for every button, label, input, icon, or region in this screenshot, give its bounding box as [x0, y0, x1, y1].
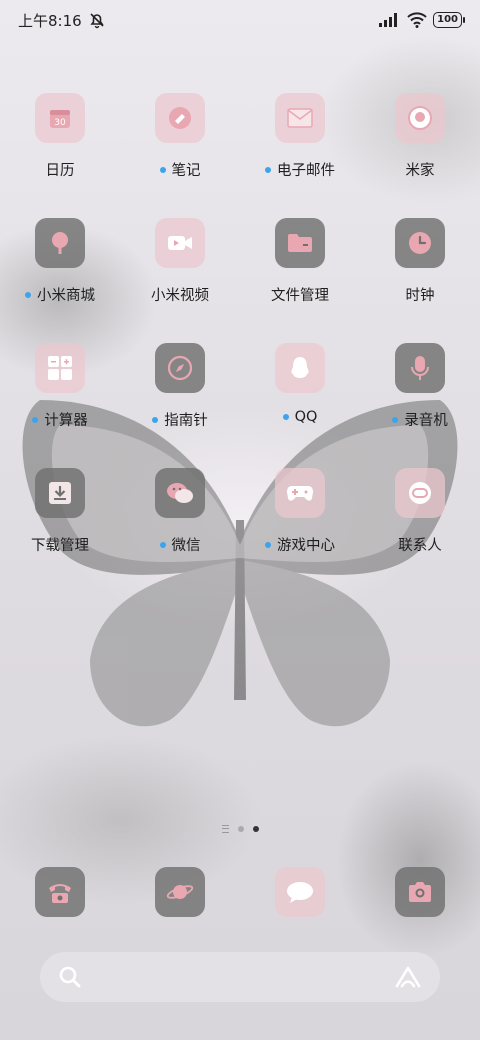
app-game-center[interactable]: 游戏中心	[240, 468, 360, 593]
notification-dot	[159, 166, 166, 173]
notification-dot	[265, 541, 271, 548]
app-label: 下载管理	[31, 538, 89, 554]
page-indicator[interactable]	[0, 825, 480, 833]
page-indicator-feed[interactable]	[221, 825, 229, 833]
notes-icon[interactable]	[155, 93, 205, 143]
app-grid: 30 日历 笔记 电子邮件 米家 小米商城 小米视频 文件管理 时钟 计算器 指…	[0, 93, 480, 593]
planet-icon[interactable]	[155, 867, 205, 917]
search-bar[interactable]	[40, 952, 440, 1002]
app-compass[interactable]: 指南针	[120, 343, 240, 468]
app-row: 计算器 指南针 QQ 录音机	[0, 343, 480, 468]
app-label: 小米商城	[37, 288, 95, 304]
clock-icon[interactable]	[395, 218, 445, 268]
dock-camera[interactable]	[360, 867, 480, 917]
dock-browser[interactable]	[120, 867, 240, 917]
download-icon[interactable]	[35, 468, 85, 518]
dock-messages[interactable]	[240, 867, 360, 917]
app-label: 时钟	[405, 288, 435, 304]
app-label: 联系人	[398, 538, 442, 554]
camera-icon[interactable]	[395, 867, 445, 917]
mail-icon[interactable]	[275, 93, 325, 143]
page-dot-active[interactable]	[252, 826, 259, 832]
app-label: 电子邮件	[277, 163, 335, 179]
battery-icon: 100	[433, 12, 465, 28]
dock-phone[interactable]	[0, 867, 120, 917]
app-label: 小米视频	[151, 288, 209, 304]
svg-text:30: 30	[54, 118, 66, 128]
app-calendar[interactable]: 30 日历	[0, 93, 120, 218]
page-dot[interactable]	[237, 826, 244, 832]
notification-dot	[32, 416, 39, 423]
mijia-icon[interactable]	[395, 93, 445, 143]
notification-dot	[282, 414, 289, 420]
microphone-icon[interactable]	[395, 343, 445, 393]
app-file-manager[interactable]: 文件管理	[240, 218, 360, 343]
app-clock[interactable]: 时钟	[360, 218, 480, 343]
app-contacts[interactable]: 联系人	[360, 468, 480, 593]
app-label: 日历	[45, 163, 75, 179]
calendar-icon[interactable]: 30	[35, 93, 85, 143]
notification-muted-icon	[90, 13, 104, 29]
dock	[0, 867, 480, 917]
penguin-icon[interactable]	[275, 343, 325, 393]
app-wechat[interactable]: 微信	[120, 468, 240, 593]
phone-icon[interactable]	[35, 867, 85, 917]
app-label: 指南针	[164, 413, 208, 429]
notification-dot	[152, 416, 159, 423]
app-label: QQ	[294, 409, 318, 425]
status-time: 上午8:16	[18, 11, 82, 30]
notification-dot	[392, 416, 399, 423]
wechat-icon[interactable]	[155, 468, 205, 518]
tree-icon[interactable]	[35, 218, 85, 268]
app-row: 下载管理 微信 游戏中心 联系人	[0, 468, 480, 593]
app-qq[interactable]: QQ	[240, 343, 360, 468]
app-label: 计算器	[44, 413, 88, 429]
wifi-icon	[407, 12, 427, 28]
compass-icon[interactable]	[155, 343, 205, 393]
app-row: 30 日历 笔记 电子邮件 米家	[0, 93, 480, 218]
notification-dot	[159, 541, 166, 548]
app-row: 小米商城 小米视频 文件管理 时钟	[0, 218, 480, 343]
app-mi-video[interactable]: 小米视频	[120, 218, 240, 343]
app-mijia[interactable]: 米家	[360, 93, 480, 218]
gamepad-icon[interactable]	[275, 468, 325, 518]
app-label: 录音机	[404, 413, 448, 429]
app-notes[interactable]: 笔记	[120, 93, 240, 218]
app-label: 米家	[405, 163, 435, 179]
app-label: 微信	[171, 538, 201, 554]
message-icon[interactable]	[275, 867, 325, 917]
signal-icon	[379, 13, 398, 27]
assistant-icon[interactable]	[394, 965, 422, 989]
calculator-icon[interactable]	[35, 343, 85, 393]
app-calculator[interactable]: 计算器	[0, 343, 120, 468]
app-mi-store[interactable]: 小米商城	[0, 218, 120, 343]
notification-dot	[25, 291, 31, 298]
status-bar: 上午8:16 100	[0, 0, 480, 40]
app-email[interactable]: 电子邮件	[240, 93, 360, 218]
search-icon[interactable]	[58, 965, 82, 989]
video-icon[interactable]	[155, 218, 205, 268]
app-label: 笔记	[171, 163, 201, 179]
notification-dot	[265, 166, 271, 173]
app-label: 文件管理	[271, 288, 329, 304]
app-downloads[interactable]: 下载管理	[0, 468, 120, 593]
app-label: 游戏中心	[277, 538, 335, 554]
app-recorder[interactable]: 录音机	[360, 343, 480, 468]
contacts-icon[interactable]	[395, 468, 445, 518]
folder-icon[interactable]	[275, 218, 325, 268]
